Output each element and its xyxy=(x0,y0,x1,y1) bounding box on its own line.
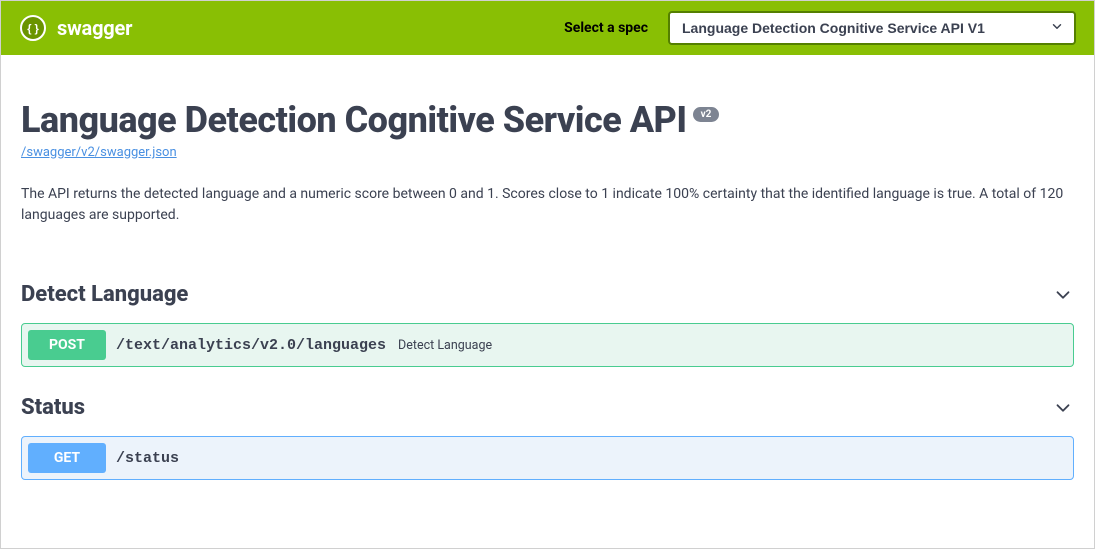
tag-header[interactable]: Status xyxy=(21,395,1074,424)
operation-summary: Detect Language xyxy=(398,338,492,353)
method-badge: POST xyxy=(28,330,106,360)
title-block: Language Detection Cognitive Service API… xyxy=(21,55,1074,141)
method-badge: GET xyxy=(28,443,106,473)
tag-section-detect-language: Detect Language POST /text/analytics/v2.… xyxy=(21,282,1074,367)
swagger-logo-icon: { } xyxy=(19,14,47,42)
svg-text:{ }: { } xyxy=(27,23,39,35)
api-title: Language Detection Cognitive Service API xyxy=(21,99,687,141)
tag-section-status: Status GET /status xyxy=(21,395,1074,480)
tag-title: Status xyxy=(21,395,85,420)
operation-post-languages[interactable]: POST /text/analytics/v2.0/languages Dete… xyxy=(21,323,1074,367)
tag-header[interactable]: Detect Language xyxy=(21,282,1074,311)
operation-get-status[interactable]: GET /status xyxy=(21,436,1074,480)
spec-select-wrapper: Language Detection Cognitive Service API… xyxy=(668,11,1076,45)
chevron-down-icon xyxy=(1052,284,1074,306)
spec-select[interactable]: Language Detection Cognitive Service API… xyxy=(668,11,1076,45)
brand-text: swagger xyxy=(57,16,132,40)
topbar: { } swagger Select a spec Language Detec… xyxy=(1,1,1094,55)
operation-path: /status xyxy=(116,450,179,467)
main-content: Language Detection Cognitive Service API… xyxy=(1,55,1094,548)
chevron-down-icon xyxy=(1052,397,1074,419)
spec-select-label: Select a spec xyxy=(564,20,648,36)
version-badge: v2 xyxy=(693,107,720,122)
tag-title: Detect Language xyxy=(21,282,188,307)
api-description: The API returns the detected language an… xyxy=(21,184,1074,226)
swagger-json-link[interactable]: /swagger/v2/swagger.json xyxy=(21,145,177,160)
logo[interactable]: { } swagger xyxy=(19,14,132,42)
operation-path: /text/analytics/v2.0/languages xyxy=(116,337,386,354)
